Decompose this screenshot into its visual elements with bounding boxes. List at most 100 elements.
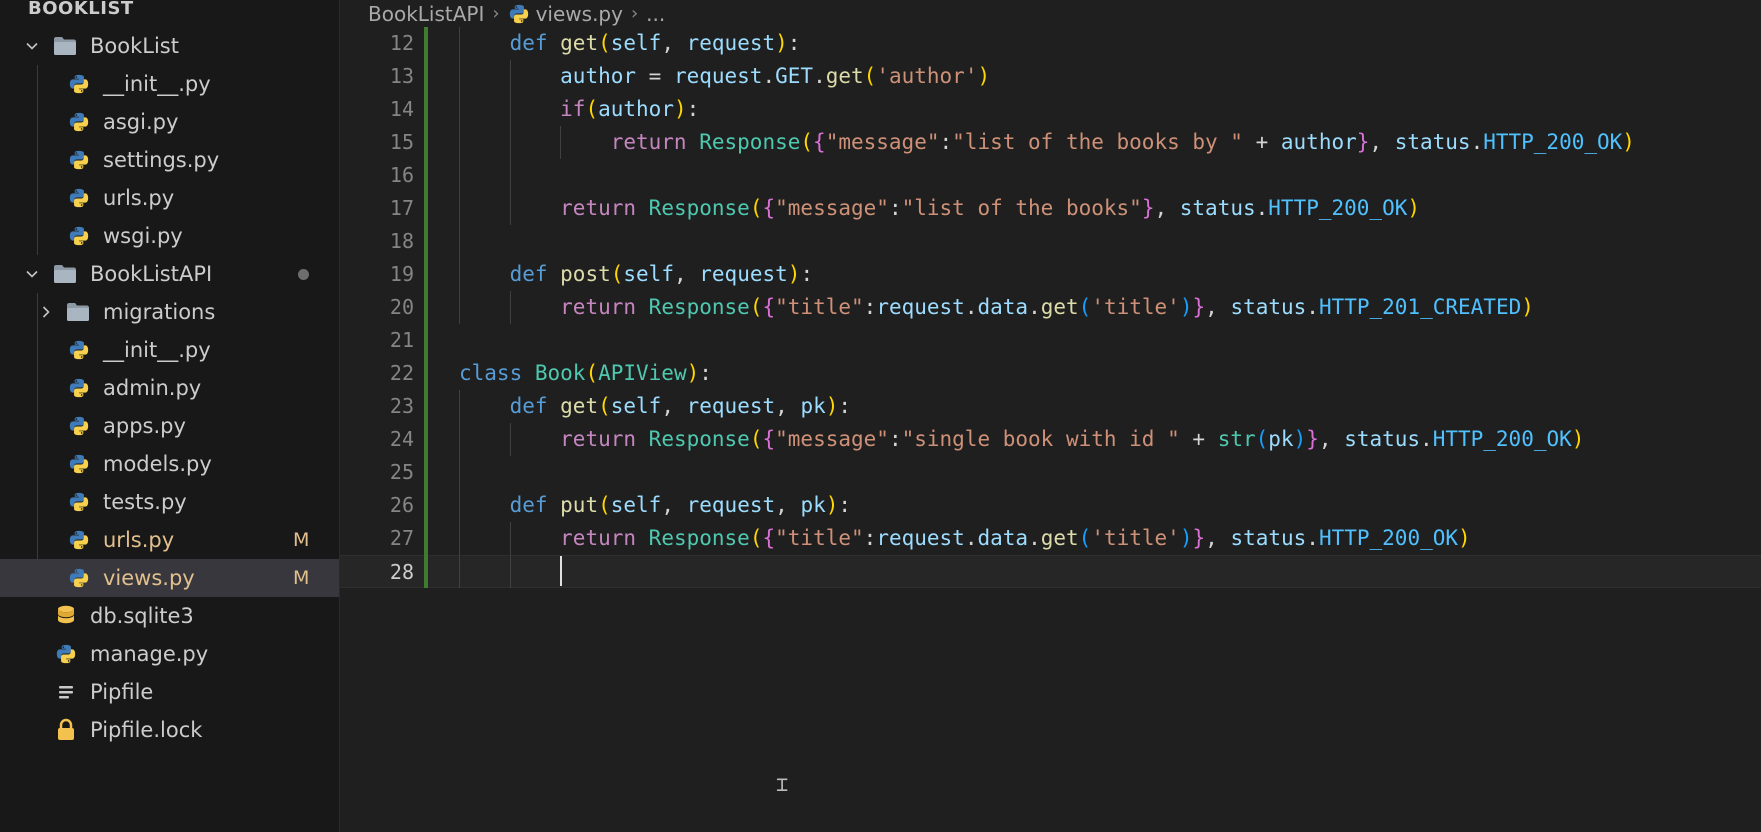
code-token: "title" bbox=[775, 295, 864, 319]
python-file-icon bbox=[67, 566, 91, 590]
code-line[interactable]: 19 def post(self, request): bbox=[340, 258, 1761, 291]
text-cursor-ibeam-icon: ⌶ bbox=[776, 772, 789, 796]
code-indent-guide bbox=[509, 522, 511, 588]
tree-item-wsgi-py[interactable]: wsgi.py bbox=[0, 217, 339, 255]
code-token: ) bbox=[686, 361, 700, 385]
code-line[interactable]: 12 def get(self, request): bbox=[340, 27, 1761, 60]
code-line[interactable]: 22 class Book(APIView): bbox=[340, 357, 1761, 390]
code-line[interactable]: 20 return Response({"title":request.data… bbox=[340, 291, 1761, 324]
code-line[interactable]: 24 return Response({"message":"single bo… bbox=[340, 423, 1761, 456]
code-line[interactable]: 27 return Response({"title":request.data… bbox=[340, 522, 1761, 555]
code-line[interactable]: 21 bbox=[340, 324, 1761, 357]
tree-item-pipfile[interactable]: Pipfile bbox=[0, 673, 339, 711]
code-token: : bbox=[888, 196, 902, 220]
code-line[interactable]: 15 return Response({"message":"list of t… bbox=[340, 126, 1761, 159]
code-token: status bbox=[1230, 526, 1307, 550]
code-token: . bbox=[762, 64, 776, 88]
tree-item-tests-py[interactable]: tests.py bbox=[0, 483, 339, 521]
tree-item-pipfile-lock[interactable]: Pipfile.lock bbox=[0, 711, 339, 749]
tree-item-urls-py[interactable]: urls.py M bbox=[0, 521, 339, 559]
code-editor[interactable]: BookListAPI › views.py › ... 11class Boo… bbox=[340, 0, 1761, 832]
tree-item-manage-py[interactable]: manage.py bbox=[0, 635, 339, 673]
code-line[interactable]: 26 def put(self, request, pk): bbox=[340, 489, 1761, 522]
code-token: data bbox=[977, 295, 1029, 319]
chevron-down-icon[interactable] bbox=[24, 266, 40, 282]
code-line[interactable]: 17 return Response({"message":"list of t… bbox=[340, 192, 1761, 225]
chevron-right-icon[interactable] bbox=[38, 304, 54, 320]
tree-item-migrations[interactable]: migrations bbox=[0, 293, 339, 331]
code-token: : bbox=[863, 526, 877, 550]
tree-item-db-sqlite3[interactable]: db.sqlite3 bbox=[0, 597, 339, 635]
chevron-right-icon: › bbox=[492, 3, 500, 24]
tree-item-views-py[interactable]: views.py M bbox=[0, 559, 339, 597]
code-token: , bbox=[1205, 526, 1231, 550]
code-token: ) bbox=[1293, 427, 1307, 451]
code-token: "list of the books by " bbox=[952, 130, 1243, 154]
tree-item-urls-py[interactable]: urls.py bbox=[0, 179, 339, 217]
python-file-icon bbox=[67, 186, 91, 210]
line-number: 21 bbox=[389, 328, 414, 352]
tree-item-models-py[interactable]: models.py bbox=[0, 445, 339, 483]
tree-item-label: admin.py bbox=[103, 376, 202, 400]
code-token: ( bbox=[1255, 427, 1269, 451]
python-file-icon bbox=[67, 414, 91, 438]
breadcrumb: BookListAPI › views.py › ... bbox=[340, 0, 1761, 27]
line-number: 18 bbox=[389, 229, 414, 253]
line-number: 15 bbox=[389, 130, 414, 154]
explorer-root-header[interactable]: BOOKLIST bbox=[28, 0, 134, 21]
tree-item-init-py[interactable]: __init__.py bbox=[0, 65, 339, 103]
tree-item-label: BookListAPI bbox=[90, 262, 213, 286]
vscode-window: BOOKLIST BookList __init__.py asgi.py setti… bbox=[0, 0, 1761, 832]
code-line[interactable]: 14 if(author): bbox=[340, 93, 1761, 126]
code-token: "message" bbox=[775, 427, 889, 451]
code-line[interactable]: 25 bbox=[340, 456, 1761, 489]
code-token: . bbox=[1306, 526, 1319, 550]
code-text: class Book(APIView): bbox=[459, 357, 712, 390]
code-text: return Response({"message":"single book … bbox=[459, 423, 1584, 456]
code-line[interactable]: 28 bbox=[340, 555, 1761, 588]
code-token: return bbox=[560, 526, 649, 550]
tree-item-init-py[interactable]: __init__.py bbox=[0, 331, 339, 369]
code-token: self bbox=[610, 31, 662, 55]
code-token: ( bbox=[749, 295, 763, 319]
code-token: } bbox=[1192, 526, 1206, 550]
code-token: ) bbox=[1179, 295, 1193, 319]
code-token: Response bbox=[648, 427, 750, 451]
code-token: ( bbox=[863, 64, 877, 88]
code-token: : bbox=[787, 31, 801, 55]
code-token: ( bbox=[1078, 295, 1092, 319]
git-added-gutter-marker bbox=[424, 27, 428, 588]
code-line[interactable]: 13 author = request.GET.get('author') bbox=[340, 60, 1761, 93]
code-token: Book bbox=[534, 361, 586, 385]
line-number: 28 bbox=[389, 560, 414, 584]
tree-item-settings-py[interactable]: settings.py bbox=[0, 141, 339, 179]
code-token: self bbox=[623, 262, 674, 286]
code-line[interactable]: 16 bbox=[340, 159, 1761, 192]
code-token: , bbox=[661, 493, 687, 517]
code-line[interactable]: 18 bbox=[340, 225, 1761, 258]
code-token: ( bbox=[749, 427, 763, 451]
code-token: , bbox=[1369, 130, 1395, 154]
code-token: ( bbox=[800, 130, 814, 154]
folder-icon bbox=[53, 34, 77, 58]
chevron-right-icon: › bbox=[630, 3, 639, 24]
tree-item-label: Pipfile bbox=[90, 680, 154, 704]
tree-item-apps-py[interactable]: apps.py bbox=[0, 407, 339, 445]
code-token: } bbox=[1356, 130, 1370, 154]
breadcrumb-symbol[interactable]: ... bbox=[646, 2, 665, 26]
code-token: if bbox=[560, 97, 586, 121]
tree-item-booklistapi[interactable]: BookListAPI bbox=[0, 255, 339, 293]
code-line[interactable]: 23 def get(self, request, pk): bbox=[340, 390, 1761, 423]
tree-item-booklist[interactable]: BookList bbox=[0, 27, 339, 65]
breadcrumb-file[interactable]: views.py bbox=[536, 2, 623, 26]
line-number: 12 bbox=[389, 31, 414, 55]
code-token: { bbox=[762, 427, 776, 451]
tree-item-admin-py[interactable]: admin.py bbox=[0, 369, 339, 407]
tree-item-asgi-py[interactable]: asgi.py bbox=[0, 103, 339, 141]
chevron-down-icon[interactable] bbox=[24, 38, 40, 54]
breadcrumb-folder[interactable]: BookListAPI bbox=[368, 2, 484, 26]
database-icon bbox=[54, 604, 78, 628]
code-token: pk bbox=[1268, 427, 1294, 451]
